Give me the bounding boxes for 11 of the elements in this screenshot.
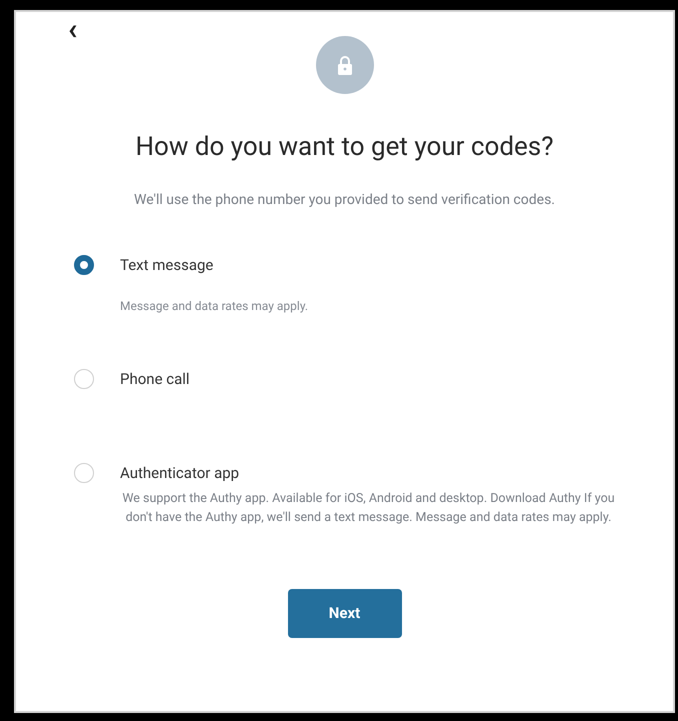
option-description: Message and data rates may apply. [120, 298, 310, 315]
next-button[interactable]: Next [288, 589, 402, 638]
option-description: We support the Authy app. Available for iOS, Android and desktop. Download Authy If you don't have the Authy app, we'll send a text message. Message and data rates may apply. [121, 490, 616, 527]
lock-icon [336, 55, 354, 75]
subtitle-text: We'll use the phone number you provided to send verification codes. [133, 191, 556, 210]
back-button[interactable]: ‹ [68, 15, 78, 45]
radio-option[interactable]: Text message [74, 251, 214, 279]
radio-option[interactable]: Authenticator app [74, 459, 240, 487]
radio-button[interactable] [74, 255, 94, 275]
radio-option[interactable]: Phone call [74, 365, 190, 393]
page-title: How do you want to get your codes? [134, 131, 555, 164]
